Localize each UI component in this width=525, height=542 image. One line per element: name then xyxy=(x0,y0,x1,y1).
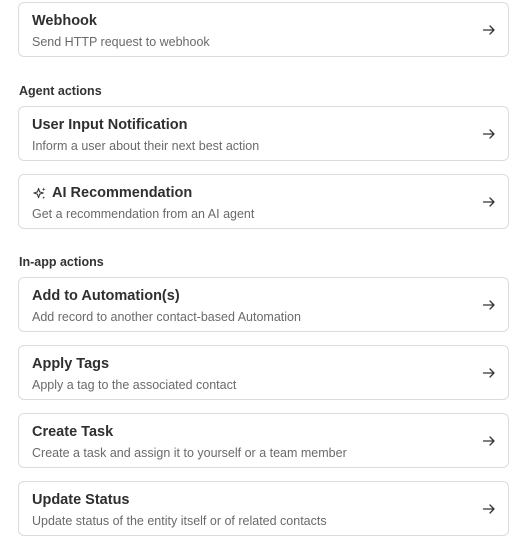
arrow-right-icon xyxy=(482,368,495,378)
card-title: User Input Notification xyxy=(32,117,188,133)
card-description: Add record to another contact-based Auto… xyxy=(32,310,301,324)
card-title: Add to Automation(s) xyxy=(32,288,180,304)
card-title: Update Status xyxy=(32,492,130,508)
card-description: Apply a tag to the associated contact xyxy=(32,378,237,392)
apply-tags-card[interactable]: Apply Tags Apply a tag to the associated… xyxy=(18,345,509,400)
card-title-row: AI Recommendation xyxy=(32,185,192,201)
arrow-right-icon xyxy=(482,300,495,310)
webhook-card[interactable]: Webhook Send HTTP request to webhook xyxy=(18,2,509,57)
arrow-right-icon xyxy=(482,129,495,139)
card-title: Webhook xyxy=(32,13,97,29)
card-description: Update status of the entity itself or of… xyxy=(32,514,327,528)
sparkle-icon xyxy=(33,186,46,199)
create-task-card[interactable]: Create Task Create a task and assign it … xyxy=(18,413,509,468)
section-label-in-app-actions: In-app actions xyxy=(19,255,104,269)
card-description: Get a recommendation from an AI agent xyxy=(32,207,255,221)
section-label-agent-actions: Agent actions xyxy=(19,84,102,98)
update-status-card[interactable]: Update Status Update status of the entit… xyxy=(18,481,509,536)
user-input-notification-card[interactable]: User Input Notification Inform a user ab… xyxy=(18,106,509,161)
card-description: Inform a user about their next best acti… xyxy=(32,139,260,153)
card-title: Create Task xyxy=(32,424,114,440)
arrow-right-icon xyxy=(482,25,495,35)
arrow-right-icon xyxy=(482,436,495,446)
arrow-right-icon xyxy=(482,504,495,514)
ai-recommendation-card[interactable]: AI Recommendation Get a recommendation f… xyxy=(18,174,509,229)
card-description: Send HTTP request to webhook xyxy=(32,35,210,49)
add-to-automation-card[interactable]: Add to Automation(s) Add record to anoth… xyxy=(18,277,509,332)
arrow-right-icon xyxy=(482,197,495,207)
card-description: Create a task and assign it to yourself … xyxy=(32,446,347,460)
card-title: AI Recommendation xyxy=(52,185,193,201)
card-title: Apply Tags xyxy=(32,356,110,372)
